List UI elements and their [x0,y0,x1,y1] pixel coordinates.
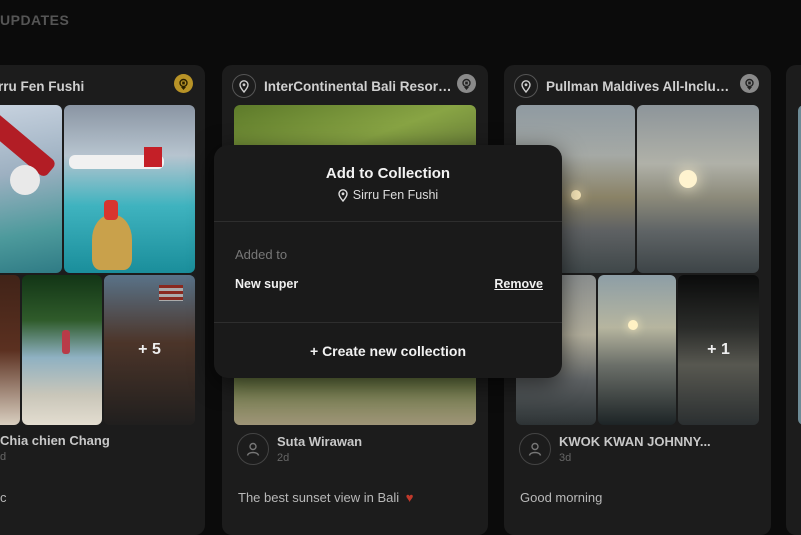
post-time: 2d [277,452,290,464]
photo-grid[interactable]: + 5 [0,105,195,425]
post-time: d [0,451,7,463]
badge-icon[interactable] [174,74,193,93]
author-name[interactable]: Suta Wirawan [277,434,362,449]
remove-button[interactable]: Remove [494,277,543,291]
location-pin-icon [338,188,348,202]
location-pin-icon [232,74,256,98]
location-name[interactable]: InterContinental Bali Resort,... [264,79,454,94]
divider [214,221,562,222]
badge-icon[interactable] [457,74,476,93]
photo[interactable] [22,275,102,425]
card-header: InterContinental Bali Resort,... [222,73,488,99]
post-time: 3d [559,452,572,464]
author-name[interactable]: Chia chien Chang [0,433,110,448]
location-name[interactable]: Pullman Maldives All-Inclusi... [546,79,736,94]
author-row: Chia chien Chang d [0,433,110,463]
author-name[interactable]: KWOK KWAN JOHNNY... [559,434,711,449]
add-to-collection-modal: Add to Collection Sirru Fen Fushi Added … [214,145,562,378]
added-to-label: Added to [235,247,288,262]
photo[interactable] [64,105,195,273]
photo[interactable]: + 1 [678,275,759,425]
post-caption: The best sunset view in Bali ♥ [238,490,413,505]
author-row: KWOK KWAN JOHNNY... 3d [519,433,711,465]
photo[interactable]: + 5 [104,275,195,425]
location-pin-icon [514,74,538,98]
post-caption: Good morning [520,490,603,505]
photo[interactable] [0,105,62,273]
collection-name: New super [235,277,299,291]
section-title: UPDATES [0,12,70,28]
create-new-collection-button[interactable]: + Create new collection [214,343,562,359]
post-caption: c [0,490,7,505]
heart-emoji: ♥ [405,490,414,505]
card-header: Pullman Maldives All-Inclusi... [504,73,771,99]
modal-location-name: Sirru Fen Fushi [352,188,439,202]
caption-text: The best sunset view in Bali [238,490,400,505]
more-photos-count[interactable]: + 5 [104,275,195,425]
badge-icon[interactable] [740,74,759,93]
author-row: Suta Wirawan 2d [237,433,362,465]
modal-title: Add to Collection [325,165,451,182]
user-avatar-icon[interactable] [519,433,551,465]
location-name[interactable]: rru Fen Fushi [0,79,84,94]
divider [214,322,562,323]
photo[interactable] [0,275,20,425]
photo[interactable] [637,105,759,273]
post-card-4-partial[interactable] [786,65,801,535]
photo[interactable] [598,275,676,425]
post-card-1[interactable]: rru Fen Fushi + 5 Chia chien Chang d c [0,65,205,535]
more-photos-count[interactable]: + 1 [678,275,759,425]
modal-location: Sirru Fen Fushi [214,188,562,202]
user-avatar-icon[interactable] [237,433,269,465]
